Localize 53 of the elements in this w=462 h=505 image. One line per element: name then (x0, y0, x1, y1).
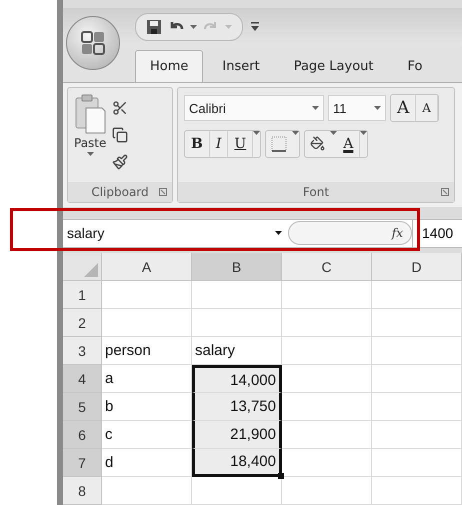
row-header[interactable]: 5 (63, 393, 102, 421)
customize-icon[interactable] (251, 22, 259, 32)
table-cell: c (102, 421, 192, 449)
grow-font-button[interactable]: A (391, 95, 416, 122)
formula-field[interactable]: 1400 (412, 220, 454, 247)
column-header[interactable]: B (192, 253, 282, 281)
fill-color-icon[interactable] (310, 136, 326, 152)
ribbon-tab[interactable]: Page Layout (278, 50, 388, 82)
borders-icon[interactable] (271, 136, 288, 152)
group-label: Font (302, 184, 330, 199)
clipboard-icon[interactable] (74, 94, 106, 134)
copy-icon[interactable] (112, 126, 128, 143)
function-field[interactable]: fx (288, 221, 412, 246)
table-cell: 13,750 (192, 393, 282, 421)
fill-handle[interactable] (278, 473, 284, 479)
row-header[interactable]: 4 (63, 365, 102, 393)
italic-button[interactable]: I (210, 131, 228, 158)
bold-button[interactable]: B (185, 131, 210, 158)
ribbon-tab[interactable]: Home (135, 50, 204, 82)
shrink-font-button[interactable]: A (416, 95, 438, 122)
table-cell: b (102, 393, 192, 421)
name-box[interactable]: salary (63, 220, 288, 247)
caret-icon[interactable] (275, 231, 282, 236)
format-painter-icon[interactable] (112, 154, 128, 170)
row-header[interactable]: 8 (63, 477, 102, 505)
font-name-field[interactable]: Calibri (184, 95, 324, 122)
row-header[interactable]: 7 (63, 449, 102, 477)
row-header[interactable]: 3 (63, 337, 102, 365)
table-cell: salary (192, 337, 282, 365)
column-header[interactable]: D (372, 253, 462, 281)
table-cell: 21,900 (192, 421, 282, 449)
table-cell: 14,000 (192, 365, 282, 393)
ribbon-tab[interactable]: Insert (207, 50, 275, 82)
dialog-launcher-icon[interactable] (159, 188, 167, 196)
table-cell: person (102, 337, 192, 365)
paste-button[interactable]: Paste (74, 136, 106, 150)
table-cell: d (102, 449, 192, 477)
underline-button[interactable]: U (228, 131, 254, 158)
group-label: Clipboard (91, 184, 149, 199)
insert-function-button[interactable]: fx (392, 226, 403, 240)
logo (79, 29, 107, 57)
row-header[interactable]: 1 (63, 281, 102, 309)
cut-icon[interactable] (112, 100, 128, 116)
row-header[interactable]: 2 (63, 309, 102, 337)
dialog-launcher-icon[interactable] (441, 188, 449, 196)
column-header[interactable]: A (102, 253, 192, 281)
table-cell: 18,400 (192, 449, 282, 477)
column-header[interactable]: C (282, 253, 372, 281)
table-cell: a (102, 365, 192, 393)
ribbon-tab[interactable]: Fo (392, 50, 438, 82)
row-header[interactable]: 6 (63, 421, 102, 449)
font-size-field[interactable]: 11 (328, 95, 386, 122)
save-icon[interactable] (146, 18, 162, 35)
